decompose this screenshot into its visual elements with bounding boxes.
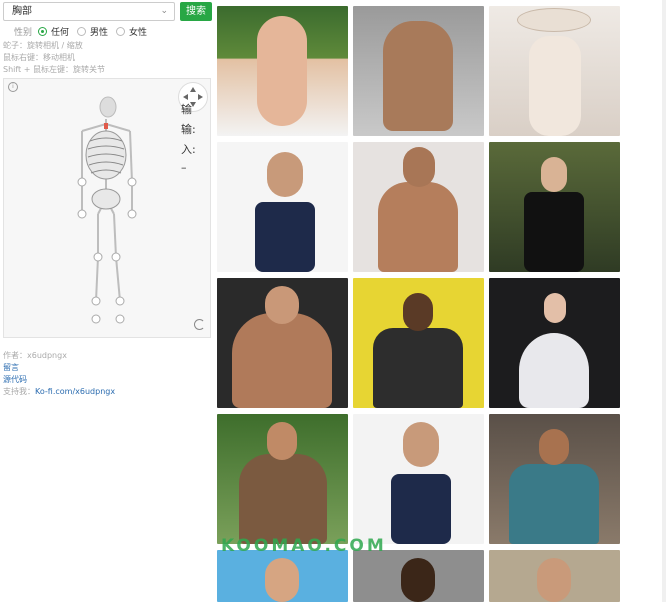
gender-filter: 性别 任何 男性 女性 — [14, 24, 155, 38]
skeleton-head — [99, 96, 117, 118]
radio-female[interactable] — [116, 26, 126, 36]
photo-tile[interactable] — [353, 278, 484, 408]
photo-tile[interactable] — [353, 414, 484, 544]
gender-label: 性别 — [14, 27, 33, 38]
gender-option-female[interactable]: 女性 — [116, 25, 147, 38]
photo-tile[interactable] — [489, 142, 620, 272]
photo-tile[interactable] — [489, 6, 620, 136]
hint-line: 蛇子：旋转相机 / 缩放 — [3, 41, 83, 50]
photo-tile[interactable] — [353, 142, 484, 272]
author-text: 作者：x6udpngx — [3, 351, 67, 360]
left-panel: 胸部 ⌄ 搜索 性别 任何 男性 女性 蛇子：旋转相机 / 缩放 鼠标右键：移动… — [0, 0, 213, 602]
kofi-link[interactable]: Ko-fi.com/x6udpngx — [35, 387, 115, 396]
support-label: 支持我： — [3, 387, 35, 396]
skeleton-pelvis — [91, 188, 121, 210]
photo-tile[interactable] — [217, 6, 348, 136]
radio-male[interactable] — [77, 26, 87, 36]
photo-tile[interactable] — [489, 278, 620, 408]
radio-any[interactable] — [38, 26, 48, 36]
feedback-link[interactable]: 留言 — [3, 362, 115, 374]
body-part-selected: 胸部 — [12, 6, 32, 17]
footer-info: 作者：x6udpngx 留言 源代码 支持我：Ko-fi.com/x6udpng… — [3, 350, 115, 398]
photo-tile[interactable] — [353, 6, 484, 136]
page-scrollbar[interactable] — [662, 0, 666, 602]
photo-tile[interactable] — [353, 550, 484, 602]
reload-icon[interactable] — [194, 319, 205, 330]
skeleton-figure[interactable] — [4, 79, 212, 337]
photo-tile[interactable] — [489, 414, 620, 544]
side-control-4[interactable]: – — [181, 161, 187, 174]
hint-line: 鼠标右键：移动相机 — [3, 53, 75, 62]
side-control-1[interactable]: 输 — [181, 101, 192, 117]
photo-tile[interactable] — [217, 278, 348, 408]
watermark-text: KOOMAO.COM — [221, 536, 387, 556]
control-hints: 蛇子：旋转相机 / 缩放 鼠标右键：移动相机 Shift + 鼠标左键：旋转关节 — [3, 40, 105, 76]
body-part-select[interactable]: 胸部 ⌄ — [3, 2, 175, 21]
photo-tile[interactable] — [217, 414, 348, 544]
gender-option-male[interactable]: 男性 — [77, 25, 108, 38]
photo-tile[interactable] — [217, 142, 348, 272]
side-control-3[interactable]: 入: — [181, 141, 196, 157]
highlighted-chest — [104, 123, 108, 129]
photo-tile[interactable] — [489, 550, 620, 602]
hint-line: Shift + 鼠标左键：旋转关节 — [3, 65, 105, 74]
side-control-2[interactable]: 输: — [181, 121, 196, 137]
pose-viewport[interactable]: i 输 输: 入: – — [3, 78, 211, 338]
chevron-down-icon: ⌄ — [160, 6, 168, 16]
source-link[interactable]: 源代码 — [3, 374, 115, 386]
gender-option-any[interactable]: 任何 — [38, 25, 69, 38]
photo-tile[interactable] — [217, 550, 348, 602]
search-button[interactable]: 搜索 — [180, 2, 212, 21]
